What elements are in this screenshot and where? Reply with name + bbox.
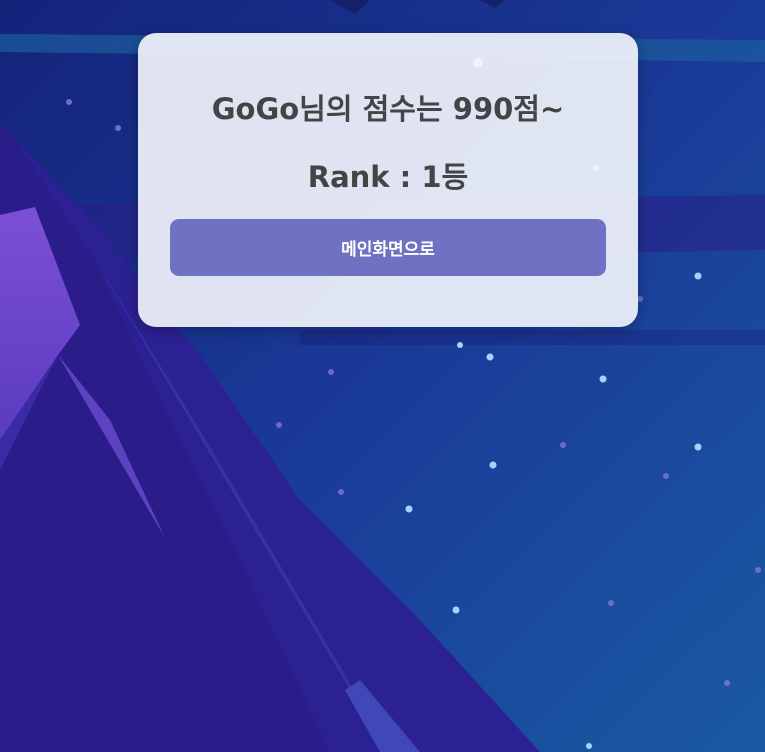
back-to-main-button[interactable]: 메인화면으로	[170, 219, 606, 276]
score-message: GoGo님의 점수는 990점~	[211, 92, 565, 126]
rank-message: Rank : 1등	[307, 160, 469, 194]
result-card: GoGo님의 점수는 990점~ Rank : 1등 메인화면으로	[138, 33, 638, 327]
